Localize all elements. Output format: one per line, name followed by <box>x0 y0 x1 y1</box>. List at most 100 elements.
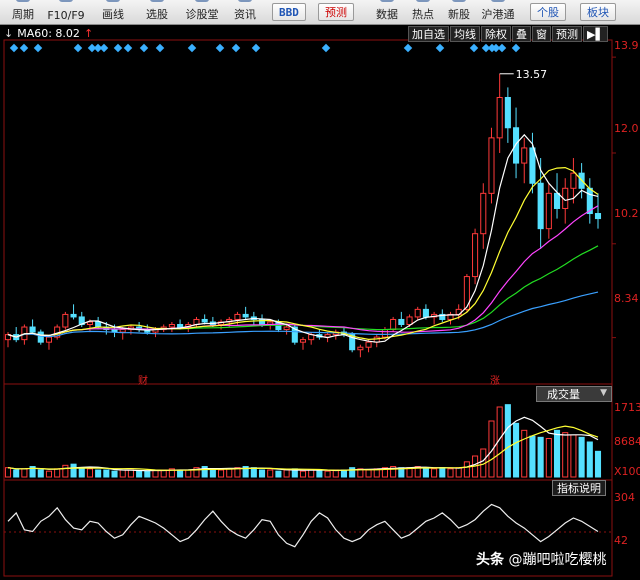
volume-bar <box>422 467 429 478</box>
stock-picker-button[interactable]: 选股 <box>140 0 174 24</box>
chevron-down-icon: ▼ <box>600 388 607 398</box>
volume-bar <box>594 450 602 478</box>
forecast-button[interactable]: 预测 <box>552 26 582 42</box>
volume-bar <box>45 470 53 478</box>
volume-unit-label: X100 <box>614 465 640 478</box>
hotspot-button[interactable]: 热点 <box>406 0 440 24</box>
volume-bar <box>13 469 20 478</box>
volume-bar <box>275 470 282 478</box>
news-icon <box>238 0 252 2</box>
signal-diamond-icon <box>511 43 521 53</box>
volume-bar <box>324 470 331 478</box>
volume-bar <box>250 467 257 478</box>
candle-body <box>177 324 184 328</box>
ma20-line <box>7 205 599 338</box>
candle-body <box>390 318 397 331</box>
volume-bar <box>95 469 102 478</box>
period-button[interactable]: 周期 <box>8 0 38 24</box>
price-axis-label: 13.9 <box>614 39 639 52</box>
candle-body <box>234 313 241 320</box>
top-toolbar: 周期 F10/F9 画线 选股 诊股堂 资讯 BBD 预测 数据 热点 新股 沪… <box>0 0 640 25</box>
volume-bar <box>463 461 470 478</box>
volume-bar <box>258 469 266 478</box>
chart-toolbar: 加自选 均线 除权 叠 窗 预测 ▶▌ <box>408 26 609 42</box>
signal-diamond-icon <box>123 43 133 53</box>
kline-chart[interactable]: 13.57 <box>0 24 640 580</box>
signal-diamond-icon <box>215 43 225 53</box>
candle-body <box>480 192 487 235</box>
volume-bar <box>431 468 438 478</box>
volume-bar <box>349 467 356 478</box>
signal-diamond-icon <box>33 43 43 53</box>
data-icon <box>380 0 394 2</box>
stock-tab[interactable]: 个股 <box>530 3 566 21</box>
volume-bar <box>455 467 462 478</box>
news-button[interactable]: 资讯 <box>228 0 262 24</box>
data-button[interactable]: 数据 <box>370 0 404 24</box>
ma-settings-button[interactable]: 均线 <box>450 26 480 42</box>
overlay-button[interactable]: 叠 <box>512 26 531 42</box>
volume-axis-label: 1713 <box>614 401 640 414</box>
signal-diamond-icon <box>19 43 29 53</box>
volume-pane-frame <box>3 383 613 481</box>
candle-body <box>37 331 44 343</box>
candle-body <box>472 233 479 278</box>
volume-bar <box>177 469 184 478</box>
hk-connect-button[interactable]: 沪港通 <box>476 0 520 24</box>
ipo-button[interactable]: 新股 <box>442 0 476 24</box>
volume-bar <box>513 422 520 478</box>
limit-up-tag[interactable]: 涨 <box>490 372 500 387</box>
volume-bar <box>86 468 93 478</box>
signal-markers <box>9 43 521 53</box>
predict-button[interactable]: 预测 <box>318 3 354 21</box>
signal-diamond-icon <box>113 43 123 53</box>
sector-tab[interactable]: 板块 <box>580 3 616 21</box>
diagnosis-button[interactable]: 诊股堂 <box>180 0 224 24</box>
volume-bar <box>308 469 315 478</box>
bbd-button[interactable]: BBD <box>272 3 306 21</box>
candle-body <box>414 308 421 318</box>
volume-bar <box>111 470 118 478</box>
candle-body <box>299 339 307 343</box>
volume-bar <box>586 441 593 478</box>
price-axis-label: 8.34 <box>614 292 639 305</box>
volume-bar <box>21 468 28 478</box>
indicator-line <box>7 503 599 548</box>
volume-bar <box>218 469 225 478</box>
signal-diamond-icon <box>435 43 445 53</box>
f10-button[interactable]: F10/F9 <box>42 0 90 24</box>
volume-bar <box>78 467 85 478</box>
f10-icon <box>59 0 73 2</box>
stethoscope-icon <box>195 0 209 2</box>
volume-bar <box>283 469 290 478</box>
signal-diamond-icon <box>231 43 241 53</box>
signal-diamond-icon <box>251 43 261 53</box>
price-axis-label: 12.0 <box>614 122 639 135</box>
volume-bar <box>299 470 307 478</box>
ma5-line <box>7 133 599 343</box>
pin-icon[interactable]: ▶▌ <box>583 26 608 42</box>
add-watchlist-button[interactable]: 加自选 <box>408 26 449 42</box>
window-button[interactable]: 窗 <box>532 26 551 42</box>
signal-diamond-icon <box>403 43 413 53</box>
draw-line-button[interactable]: 画线 <box>96 0 130 24</box>
indicator-series-line <box>7 503 599 548</box>
signal-diamond-icon <box>469 43 479 53</box>
volume-bar <box>365 469 372 478</box>
ma-info-bar: ↓ MA60: 8.02 ↑ <box>0 25 93 41</box>
indicator-help-button[interactable]: 指标说明 <box>552 480 606 496</box>
fire-icon <box>416 0 430 2</box>
period-icon <box>16 0 30 2</box>
indicator-axis-label: 304 <box>614 491 635 504</box>
volume-bar <box>54 468 61 478</box>
ex-rights-button[interactable]: 除权 <box>481 26 511 42</box>
signal-diamond-icon <box>99 43 109 53</box>
volume-bar <box>119 469 126 478</box>
volume-bar <box>209 468 216 478</box>
candle-body <box>488 137 495 194</box>
volume-bar <box>447 468 454 478</box>
volume-bar <box>37 469 44 478</box>
volume-indicator-dropdown[interactable]: 成交量 ▼ <box>536 386 612 402</box>
indicator-axis-label: 42 <box>614 534 628 547</box>
earnings-tag[interactable]: 财 <box>138 372 148 387</box>
